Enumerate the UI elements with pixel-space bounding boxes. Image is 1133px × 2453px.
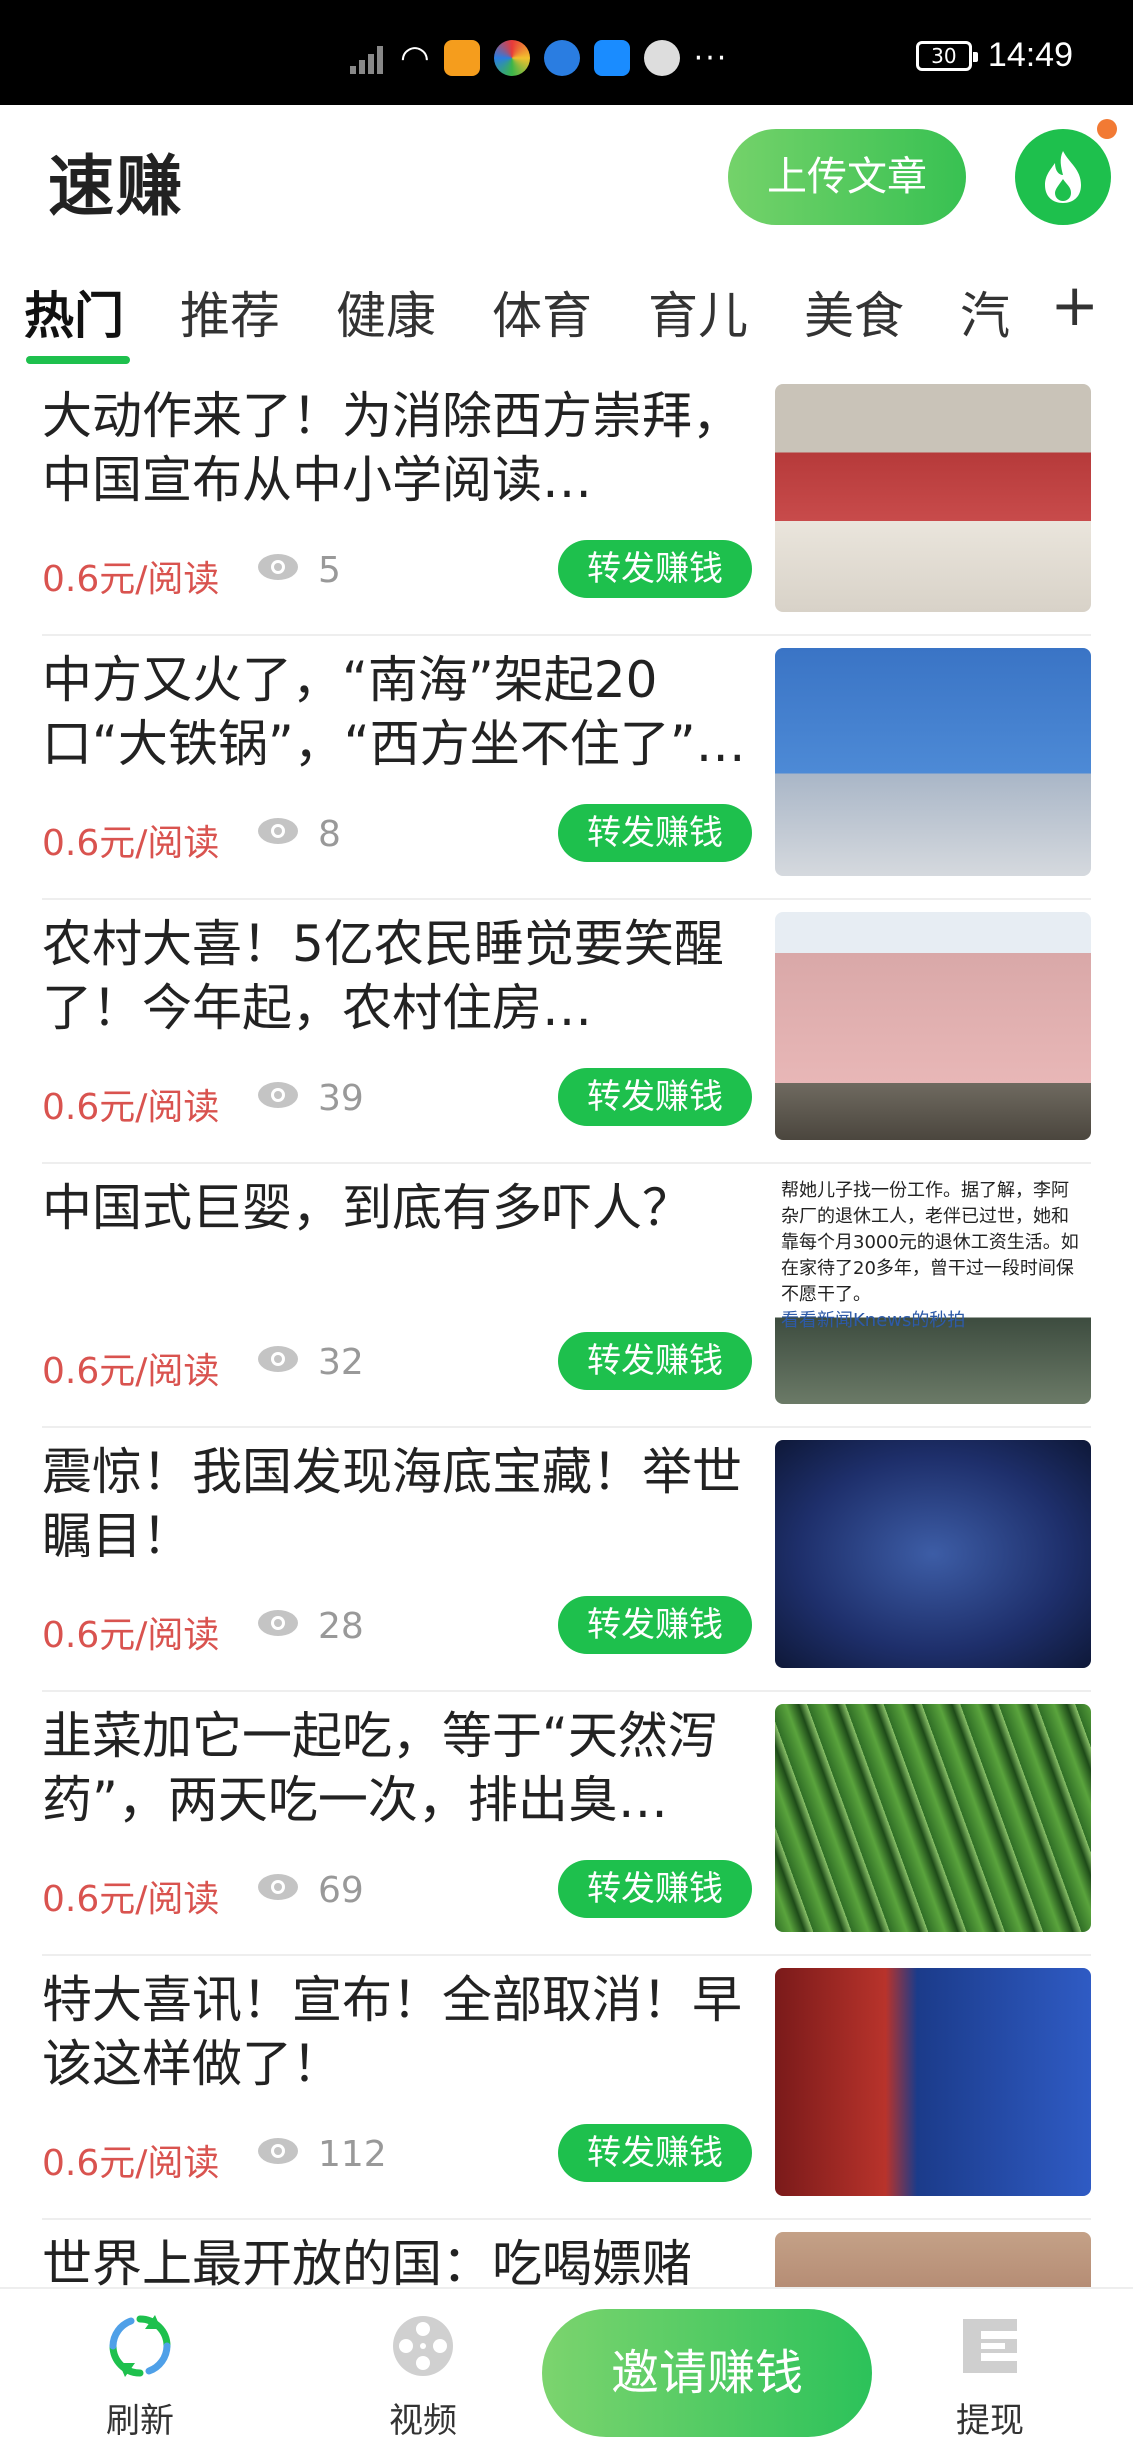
eye-icon: [258, 1082, 298, 1108]
reward-rate: 0.6元/阅读: [42, 1879, 220, 1920]
article-title[interactable]: 世界上最开放的国：吃喝嫖赌: [42, 2232, 752, 2287]
add-tab-button[interactable]: +: [1050, 276, 1099, 334]
article-card[interactable]: 世界上最开放的国：吃喝嫖赌: [0, 2220, 1133, 2287]
eye-icon: [258, 1346, 298, 1372]
film-reel-icon: [393, 2316, 453, 2376]
notification-dot: [1097, 119, 1117, 139]
article-card[interactable]: 震惊！我国发现海底宝藏！举世瞩目！ 0.6元/阅读 28 转发赚钱: [0, 1428, 1133, 1692]
app-notification-icon: [643, 40, 680, 76]
more-notifications-icon: ···: [693, 40, 729, 76]
nav-refresh-label: 刷新: [106, 2401, 174, 2441]
share-earn-button[interactable]: 转发赚钱: [558, 804, 752, 862]
article-thumbnail[interactable]: [775, 912, 1091, 1140]
withdraw-icon: [963, 2319, 1017, 2373]
view-count: 112: [318, 2134, 387, 2175]
nav-video[interactable]: 视频: [353, 2311, 493, 2442]
article-title[interactable]: 中方又火了，“南海”架起20口“大铁锅”，“西方坐不住了”…: [42, 648, 752, 776]
article-thumbnail[interactable]: [775, 384, 1091, 612]
article-title[interactable]: 震惊！我国发现海底宝藏！举世瞩目！: [42, 1440, 752, 1568]
article-card[interactable]: 农村大喜！5亿农民睡觉要笑醒了！今年起，农村住房… 0.6元/阅读 39 转发赚…: [0, 900, 1133, 1164]
article-thumbnail[interactable]: 帮她儿子找一份工作。据了解，李阿 杂厂的退休工人，老伴已过世，她和 靠每个月30…: [775, 1176, 1091, 1404]
article-thumbnail[interactable]: [775, 648, 1091, 876]
tab-recommend[interactable]: 推荐: [180, 276, 280, 348]
category-tabs: 热门 推荐 健康 体育 育儿 美食 汽 +: [0, 262, 1133, 372]
wifi-icon: ◠: [400, 38, 430, 78]
nav-withdraw-label: 提现: [956, 2401, 1024, 2441]
article-card[interactable]: 特大喜讯！宣布！全部取消！早该这样做了！ 0.6元/阅读 112 转发赚钱: [0, 1956, 1133, 2220]
tab-sports[interactable]: 体育: [492, 276, 592, 348]
article-feed[interactable]: 大动作来了！为消除西方崇拜，中国宣布从中小学阅读… 0.6元/阅读 5 转发赚钱…: [0, 372, 1133, 2287]
app-notification-icon: [443, 40, 480, 76]
reward-rate: 0.6元/阅读: [42, 559, 220, 600]
article-card[interactable]: 中方又火了，“南海”架起20口“大铁锅”，“西方坐不住了”… 0.6元/阅读 8…: [0, 636, 1133, 900]
refresh-icon: [109, 2315, 171, 2377]
view-count: 8: [318, 814, 341, 855]
tab-auto[interactable]: 汽: [960, 276, 1010, 348]
article-card[interactable]: 大动作来了！为消除西方崇拜，中国宣布从中小学阅读… 0.6元/阅读 5 转发赚钱: [0, 372, 1133, 636]
app-header: 速赚 上传文章: [0, 105, 1133, 245]
bottom-navigation: 刷新 视频 邀请赚钱 提现: [0, 2287, 1133, 2453]
share-earn-button[interactable]: 转发赚钱: [558, 2124, 752, 2182]
fire-icon: [1045, 151, 1081, 203]
tab-hot[interactable]: 热门: [24, 276, 124, 348]
status-bar: ◠ ··· 30 14:49: [0, 0, 1133, 105]
nav-refresh[interactable]: 刷新: [70, 2311, 210, 2442]
article-title[interactable]: 中国式巨婴，到底有多吓人？: [42, 1176, 752, 1304]
search-icon: [593, 40, 630, 76]
article-thumbnail[interactable]: [775, 2232, 1091, 2287]
app-title: 速赚: [48, 148, 184, 225]
clock: 14:49: [987, 36, 1073, 74]
view-count: 5: [318, 550, 341, 591]
eye-icon: [258, 1610, 298, 1636]
nav-withdraw[interactable]: 提现: [920, 2311, 1060, 2442]
reward-rate: 0.6元/阅读: [42, 1351, 220, 1392]
reward-rate: 0.6元/阅读: [42, 1087, 220, 1128]
article-title[interactable]: 韭菜加它一起吃，等于“天然泻药”，两天吃一次，排出臭…: [42, 1704, 752, 1832]
view-count: 28: [318, 1606, 364, 1647]
eye-icon: [258, 818, 298, 844]
upload-article-button[interactable]: 上传文章: [728, 129, 966, 225]
share-earn-button[interactable]: 转发赚钱: [558, 1332, 752, 1390]
share-earn-button[interactable]: 转发赚钱: [558, 1068, 752, 1126]
eye-icon: [258, 2138, 298, 2164]
article-card[interactable]: 中国式巨婴，到底有多吓人？ 0.6元/阅读 32 转发赚钱 帮她儿子找一份工作。…: [0, 1164, 1133, 1428]
view-count: 32: [318, 1342, 364, 1383]
article-title[interactable]: 大动作来了！为消除西方崇拜，中国宣布从中小学阅读…: [42, 384, 752, 512]
view-count: 69: [318, 1870, 364, 1911]
hot-button[interactable]: [1015, 129, 1111, 225]
article-thumbnail[interactable]: [775, 1440, 1091, 1668]
eye-icon: [258, 1874, 298, 1900]
article-card[interactable]: 韭菜加它一起吃，等于“天然泻药”，两天吃一次，排出臭… 0.6元/阅读 69 转…: [0, 1692, 1133, 1956]
active-tab-indicator: [26, 356, 130, 364]
article-title[interactable]: 农村大喜！5亿农民睡觉要笑醒了！今年起，农村住房…: [42, 912, 752, 1040]
share-earn-button[interactable]: 转发赚钱: [558, 1596, 752, 1654]
tab-health[interactable]: 健康: [336, 276, 436, 348]
signal-icon: [350, 42, 386, 74]
eye-icon: [258, 554, 298, 580]
reward-rate: 0.6元/阅读: [42, 823, 220, 864]
article-title[interactable]: 特大喜讯！宣布！全部取消！早该这样做了！: [42, 1968, 752, 2096]
tab-parenting[interactable]: 育儿: [648, 276, 748, 348]
invite-earn-button[interactable]: 邀请赚钱: [542, 2309, 872, 2437]
nav-video-label: 视频: [389, 2401, 457, 2441]
view-count: 39: [318, 1078, 364, 1119]
app-notification-icon: [543, 40, 580, 76]
tab-food[interactable]: 美食: [804, 276, 904, 348]
article-thumbnail[interactable]: [775, 1704, 1091, 1932]
share-earn-button[interactable]: 转发赚钱: [558, 540, 752, 598]
thumbnail-text: 帮她儿子找一份工作。据了解，李阿 杂厂的退休工人，老伴已过世，她和 靠每个月30…: [781, 1180, 1079, 1331]
battery-icon: 30: [915, 40, 978, 71]
share-earn-button[interactable]: 转发赚钱: [558, 1860, 752, 1918]
app-notification-icon: [493, 40, 530, 76]
article-thumbnail[interactable]: [775, 1968, 1091, 2196]
reward-rate: 0.6元/阅读: [42, 1615, 220, 1656]
reward-rate: 0.6元/阅读: [42, 2143, 220, 2184]
